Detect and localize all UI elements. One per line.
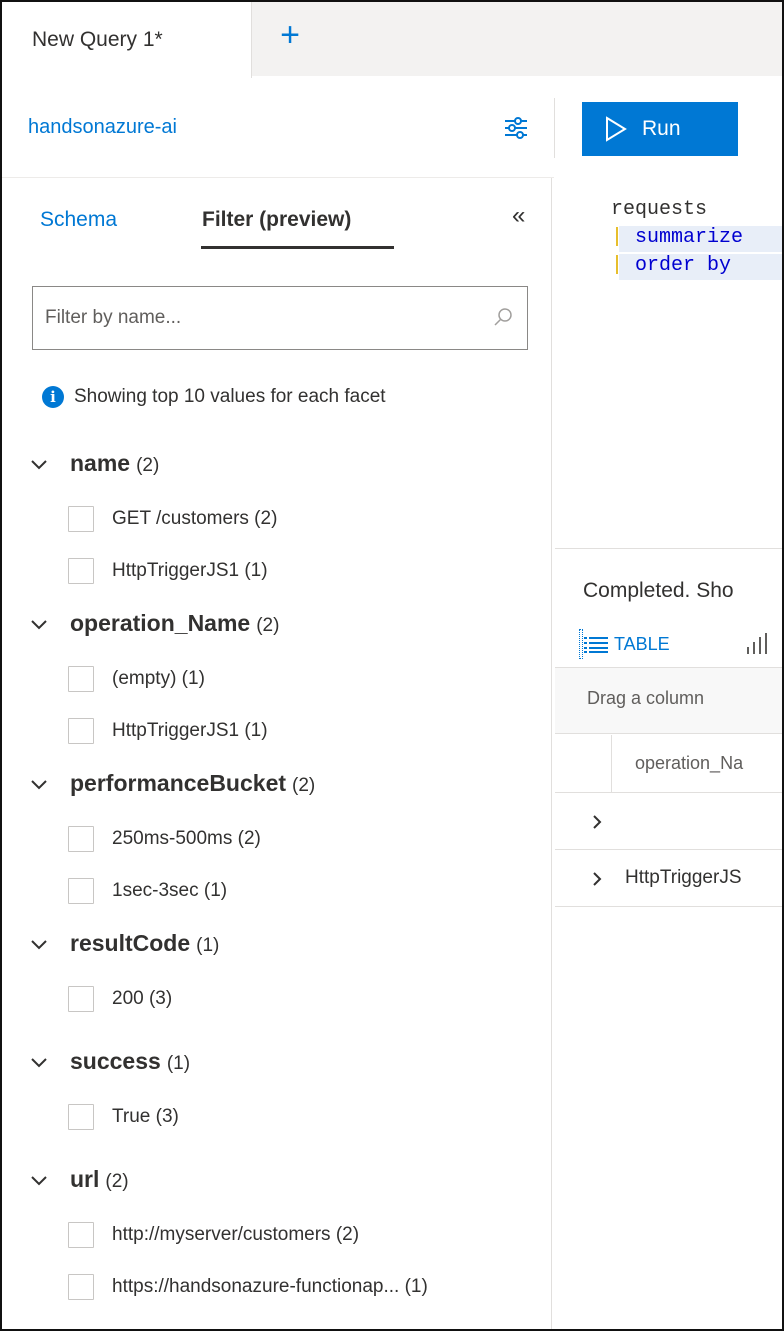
group-by-drop-zone[interactable]: Drag a column (555, 668, 782, 734)
run-button[interactable]: Run (582, 102, 738, 156)
filter-search-box[interactable] (32, 286, 528, 350)
facet-option-label: https://handsonazure-functionap... (1) (112, 1276, 428, 1297)
query-tab-bar: New Query 1* + (2, 2, 782, 78)
tab-table-label: TABLE (614, 634, 670, 654)
query-tab[interactable]: New Query 1* (2, 2, 252, 78)
facet-count: (2) (256, 615, 280, 636)
facet-info-text: Showing top 10 values for each facet (74, 386, 386, 407)
query-status-text: Completed. Sho (583, 579, 734, 602)
facet-name-text: performanceBucket (70, 770, 287, 796)
play-icon (606, 116, 627, 142)
keyword-token: summarize (623, 226, 744, 249)
query-tab-label: New Query 1* (32, 28, 163, 51)
facet-checkbox[interactable] (68, 878, 94, 904)
facet-checkbox[interactable] (68, 666, 94, 692)
facet-option-label: (empty) (1) (112, 668, 205, 689)
group-by-hint-text: Drag a column (587, 688, 705, 708)
facet-checkbox[interactable] (68, 826, 94, 852)
facet-name: resultCode (1) (70, 930, 219, 957)
app-window: New Query 1* + handsonazure-ai Run Schem… (0, 0, 784, 1331)
editor-line-2: | summarize (611, 226, 743, 249)
facet-option-label: 250ms-500ms (2) (112, 828, 261, 849)
facet-name: url (2) (70, 1166, 129, 1193)
chevron-down-icon[interactable] (30, 458, 48, 472)
facet-option-label: 1sec-3sec (1) (112, 880, 228, 901)
chevron-down-icon[interactable] (30, 1056, 48, 1070)
table-row[interactable]: HttpTriggerJS (555, 851, 782, 907)
workspace-bar: handsonazure-ai (2, 78, 554, 178)
facet-checkbox[interactable] (68, 1222, 94, 1248)
facet-count: (2) (105, 1171, 129, 1192)
facet-name: performanceBucket (2) (70, 770, 315, 797)
column-divider (611, 735, 612, 793)
facet-checkbox[interactable] (68, 986, 94, 1012)
facet-name-text: name (70, 450, 131, 476)
facet-name-text: url (70, 1166, 100, 1192)
pipe-token: | (611, 226, 624, 249)
info-icon: i (42, 386, 64, 408)
facet-checkbox[interactable] (68, 1104, 94, 1130)
keyword-token: order by (623, 254, 732, 277)
workspace-name-link[interactable]: handsonazure-ai (28, 116, 177, 139)
search-icon (494, 308, 512, 326)
new-tab-button[interactable]: + (272, 18, 308, 54)
facet-option-label: GET /customers (2) (112, 508, 278, 529)
facet-option-label: 200 (3) (112, 988, 173, 1009)
column-header-row: operation_Na (555, 735, 782, 793)
run-button-label: Run (642, 117, 681, 140)
facet-option-label: True (3) (112, 1106, 179, 1127)
facet-count: (2) (136, 455, 160, 476)
tab-schema[interactable]: Schema (40, 208, 117, 232)
tab-table[interactable]: TABLE (579, 629, 670, 659)
facet-checkbox[interactable] (68, 718, 94, 744)
active-tab-indicator (201, 246, 394, 249)
chevron-down-icon[interactable] (30, 938, 48, 952)
toolbar-divider (554, 98, 555, 158)
chevron-down-icon[interactable] (30, 1174, 48, 1188)
facet-checkbox[interactable] (68, 1274, 94, 1300)
chevron-right-icon[interactable] (591, 814, 603, 830)
filter-input[interactable] (33, 287, 473, 349)
facet-name: operation_Name (2) (70, 610, 279, 637)
editor-line-3: | order by (611, 254, 731, 277)
facet-name: success (1) (70, 1048, 190, 1075)
collapse-panel-button[interactable]: « (512, 202, 525, 230)
settings-sliders-icon[interactable] (502, 114, 530, 142)
filter-panel: Schema Filter (preview) « i Showing top … (2, 178, 552, 1329)
facet-checkbox[interactable] (68, 558, 94, 584)
facet-checkbox[interactable] (68, 506, 94, 532)
facet-count: (2) (292, 775, 316, 796)
chevron-right-icon[interactable] (591, 871, 603, 887)
chevron-down-icon[interactable] (30, 618, 48, 632)
facet-option-label: http://myserver/customers (2) (112, 1224, 360, 1245)
table-icon (584, 637, 608, 653)
results-pane: Completed. Sho TABLE Drag a column opera… (555, 548, 782, 1329)
column-header-operation-name[interactable]: operation_Na (635, 753, 743, 774)
editor-line-1: requests (611, 198, 708, 221)
facet-count: (1) (166, 1053, 191, 1074)
facet-name-text: success (70, 1048, 161, 1074)
chart-icon[interactable] (745, 631, 771, 655)
facet-name: name (2) (70, 450, 159, 477)
tab-filter-preview[interactable]: Filter (preview) (202, 208, 351, 232)
chevron-down-icon[interactable] (30, 778, 48, 792)
facet-option-label: HttpTriggerJS1 (1) (112, 720, 268, 741)
pipe-token: | (611, 254, 624, 277)
row-value: HttpTriggerJS (625, 867, 742, 888)
facet-option-label: HttpTriggerJS1 (1) (112, 560, 268, 581)
table-row[interactable] (555, 794, 782, 850)
query-editor[interactable]: requests | summarize | order by (555, 178, 782, 548)
facet-count: (1) (196, 935, 220, 956)
facet-name-text: operation_Name (70, 610, 251, 636)
facet-name-text: resultCode (70, 930, 191, 956)
